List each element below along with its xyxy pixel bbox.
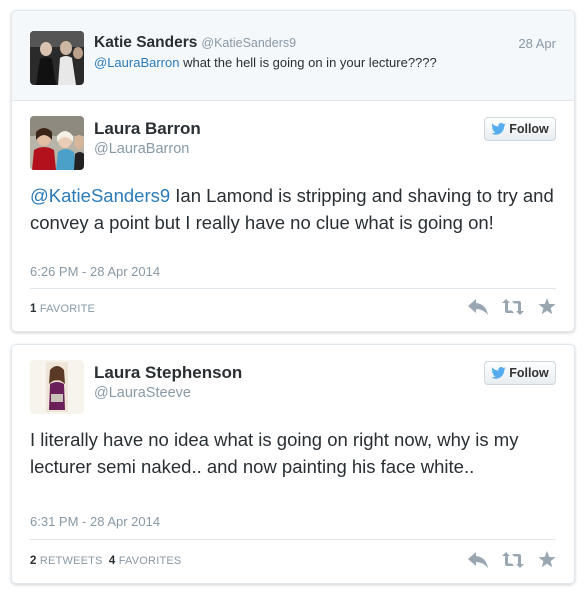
main-tweet-1: Laura Barron @LauraBarron Follow @KatieS… [12,101,574,331]
reply-author-handle[interactable]: @KatieSanders9 [201,36,296,50]
retweets-count[interactable]: 2 [30,555,37,567]
divider [30,539,556,540]
reply-author[interactable]: Katie Sanders @KatieSanders9 [94,34,296,52]
twitter-bird-icon [491,123,506,135]
author-handle[interactable]: @LauraBarron [94,141,189,157]
favorites-label[interactable]: FAVORITE [40,303,95,315]
main-tweet-2: Laura Stephenson @LauraSteeve Follow I l… [12,345,574,583]
tweet-stats: 1 FAVORITE [30,303,95,315]
favorites-count[interactable]: 4 [109,555,116,567]
reply-mention-link[interactable]: @LauraBarron [94,55,179,70]
reply-text: @LauraBarron what the hell is going on i… [94,55,437,70]
tweet-actions [468,551,556,568]
author-handle[interactable]: @LauraSteeve [94,385,191,401]
twitter-bird-icon [491,367,506,379]
reply-author-name[interactable]: Katie Sanders [94,34,197,51]
tweet-mention-link[interactable]: @KatieSanders9 [30,185,170,206]
reply-icon[interactable] [468,298,488,315]
follow-button[interactable]: Follow [484,361,556,385]
avatar-laura-stephenson[interactable] [30,360,84,414]
follow-label: Follow [509,122,549,136]
avatar-laura-barron[interactable] [30,116,84,170]
reply-body: what the hell is going on in your lectur… [179,55,437,70]
tweet-actions [468,298,556,315]
tweet-text: @KatieSanders9 Ian Lamond is stripping a… [30,182,554,236]
divider [30,288,556,289]
retweet-icon[interactable] [502,551,524,568]
tweet-card-2: Laura Stephenson @LauraSteeve Follow I l… [11,344,575,584]
author-name[interactable]: Laura Barron [94,119,201,139]
avatar-katie-sanders[interactable] [30,31,84,85]
favorites-label[interactable]: FAVORITES [119,555,182,567]
favorite-star-icon[interactable] [538,551,556,568]
favorites-count[interactable]: 1 [30,303,37,315]
tweet-timestamp[interactable]: 6:31 PM - 28 Apr 2014 [30,514,160,529]
reply-icon[interactable] [468,551,488,568]
follow-button[interactable]: Follow [484,117,556,141]
retweets-label[interactable]: RETWEETS [40,555,103,567]
retweet-icon[interactable] [502,298,524,315]
favorite-star-icon[interactable] [538,298,556,315]
tweet-card-1: Katie Sanders @KatieSanders9 28 Apr @Laur… [11,10,575,332]
tweet-text: I literally have no idea what is going o… [30,429,519,477]
author-name[interactable]: Laura Stephenson [94,363,242,383]
reply-date[interactable]: 28 Apr [518,36,556,51]
follow-label: Follow [509,366,549,380]
tweet-timestamp[interactable]: 6:26 PM - 28 Apr 2014 [30,264,160,279]
in-reply-to-tweet[interactable]: Katie Sanders @KatieSanders9 28 Apr @Laur… [12,11,574,101]
tweet-stats: 2 RETWEETS 4 FAVORITES [30,555,181,567]
